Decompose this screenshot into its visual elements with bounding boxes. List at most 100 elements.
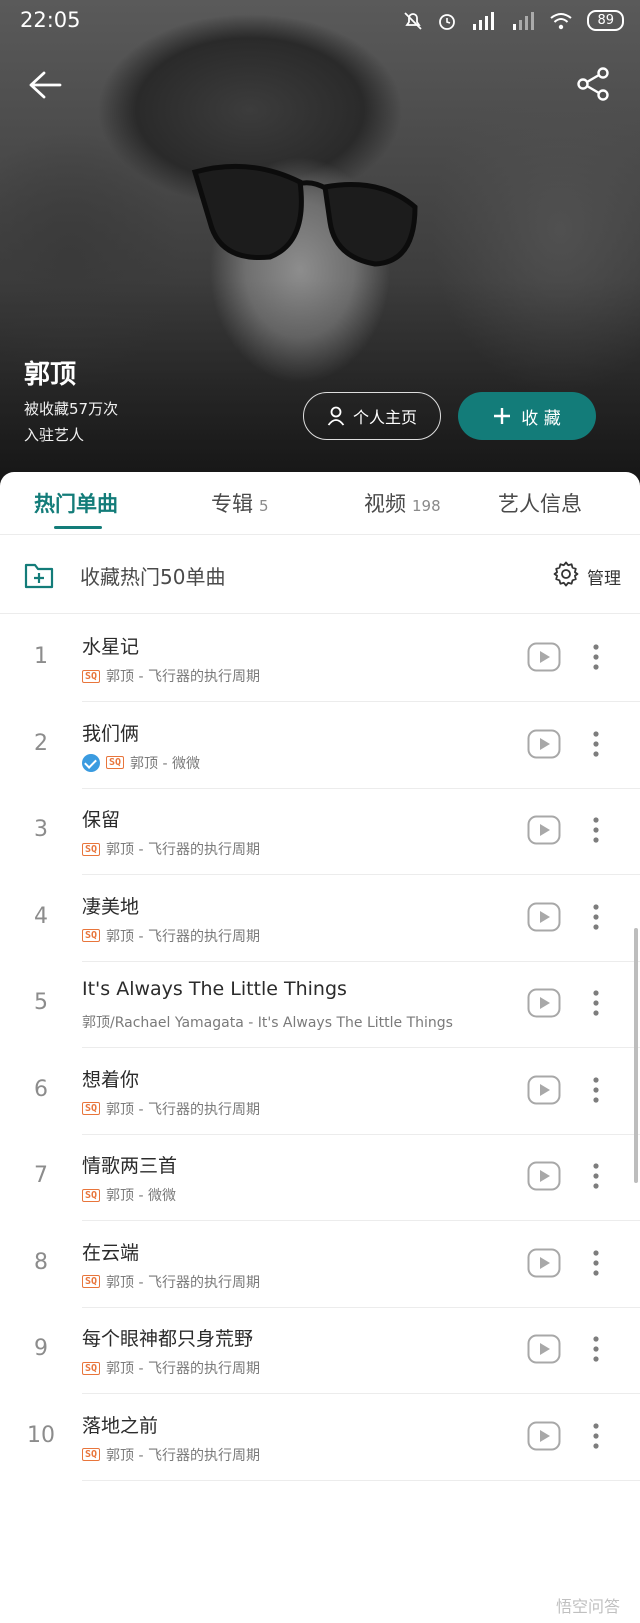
song-row[interactable]: 5 It's Always The Little Things 郭顶/Rachael… bbox=[0, 960, 640, 1048]
song-row[interactable]: 3 保留 SQ 郭顶 - 飞行器的执行周期 bbox=[0, 787, 640, 875]
more-options-icon[interactable] bbox=[592, 1334, 600, 1364]
song-title: 保留 bbox=[82, 809, 121, 831]
song-artist-album: 郭顶 - 飞行器的执行周期 bbox=[106, 1361, 260, 1377]
play-video-icon[interactable] bbox=[527, 815, 561, 845]
collect-top-songs-row[interactable]: 收藏热门50单曲 管理 bbox=[0, 535, 640, 613]
play-video-icon[interactable] bbox=[527, 642, 561, 672]
song-rank: 10 bbox=[27, 1422, 55, 1448]
song-rank: 5 bbox=[34, 990, 48, 1015]
tab-label: 热门单曲 bbox=[34, 492, 118, 516]
person-icon bbox=[327, 406, 345, 426]
sunglasses-graphic bbox=[191, 163, 418, 267]
gear-icon[interactable] bbox=[553, 561, 579, 587]
sq-quality-badge: SQ bbox=[106, 756, 125, 769]
song-meta: SQ 郭顶 - 微微 bbox=[82, 753, 200, 773]
status-bar: 22:05 89 bbox=[0, 0, 640, 44]
sq-quality-badge: SQ bbox=[82, 929, 101, 942]
song-title: It's Always The Little Things bbox=[82, 978, 347, 1000]
battery-indicator: 89 bbox=[587, 10, 624, 31]
song-rank: 2 bbox=[34, 730, 48, 756]
sq-quality-badge: SQ bbox=[82, 1448, 101, 1461]
play-video-icon[interactable] bbox=[527, 1421, 561, 1451]
song-meta: SQ 郭顶 - 飞行器的执行周期 bbox=[82, 1358, 260, 1378]
tab-artist-info[interactable]: 艺人信息 bbox=[498, 488, 582, 518]
sq-quality-badge: SQ bbox=[82, 1361, 101, 1375]
song-artist-album: 郭顶 - 飞行器的执行周期 bbox=[106, 1274, 260, 1291]
song-meta: SQ 郭顶 - 飞行器的执行周期 bbox=[82, 666, 260, 686]
song-rank: 8 bbox=[34, 1249, 48, 1275]
tab-label: 专辑 bbox=[211, 492, 253, 516]
favorite-button[interactable]: 收 藏 bbox=[458, 392, 596, 440]
verified-badge-icon bbox=[82, 753, 100, 772]
share-icon[interactable] bbox=[576, 66, 612, 102]
more-options-icon[interactable] bbox=[592, 902, 600, 932]
active-tab-indicator bbox=[54, 526, 102, 529]
play-video-icon[interactable] bbox=[527, 902, 561, 932]
tab-videos[interactable]: 视频 198 bbox=[364, 488, 441, 518]
profile-button[interactable]: 个人主页 bbox=[303, 392, 441, 440]
song-title: 每个眼神都只身荒野 bbox=[82, 1328, 254, 1350]
song-rank: 9 bbox=[34, 1336, 48, 1361]
sq-quality-badge: SQ bbox=[82, 669, 101, 683]
manage-button[interactable]: 管理 bbox=[587, 564, 621, 589]
song-meta: SQ 郭顶 - 飞行器的执行周期 bbox=[82, 839, 260, 859]
more-options-icon[interactable] bbox=[592, 988, 600, 1018]
song-meta: SQ 郭顶 - 飞行器的执行周期 bbox=[82, 1272, 260, 1292]
song-title: 水星记 bbox=[82, 636, 140, 658]
back-arrow-icon[interactable] bbox=[28, 70, 62, 100]
more-options-icon[interactable] bbox=[592, 815, 600, 845]
hd-signal-icon bbox=[473, 11, 495, 30]
alarm-icon bbox=[439, 13, 456, 30]
more-options-icon[interactable] bbox=[592, 1421, 600, 1451]
song-row[interactable]: 4 凄美地 SQ 郭顶 - 飞行器的执行周期 bbox=[0, 874, 640, 962]
song-rank: 7 bbox=[34, 1163, 48, 1188]
song-title: 情歌两三首 bbox=[82, 1155, 178, 1177]
play-video-icon[interactable] bbox=[527, 1161, 561, 1191]
artist-role: 入驻艺人 bbox=[24, 426, 85, 444]
play-video-icon[interactable] bbox=[527, 1075, 561, 1105]
wifi-icon bbox=[550, 12, 573, 29]
play-video-icon[interactable] bbox=[527, 1248, 561, 1278]
sq-quality-badge: SQ bbox=[82, 1188, 101, 1202]
watermark-text: 悟空问答 bbox=[555, 1597, 620, 1616]
more-options-icon[interactable] bbox=[592, 1161, 600, 1191]
sq-quality-badge: SQ bbox=[82, 842, 101, 856]
song-row[interactable]: 7 情歌两三首 SQ 郭顶 - 微微 bbox=[0, 1133, 640, 1221]
more-options-icon[interactable] bbox=[592, 642, 600, 672]
song-row[interactable]: 1 水星记 SQ 郭顶 - 飞行器的执行周期 bbox=[0, 614, 640, 702]
artist-name: 郭顶 bbox=[24, 360, 77, 390]
song-artist-album: 郭顶 - 飞行器的执行周期 bbox=[106, 669, 260, 685]
song-artist-album: 郭顶 - 飞行器的执行周期 bbox=[106, 842, 260, 858]
song-meta: 郭顶/Rachael Yamagata - It's Always The Li… bbox=[82, 1012, 453, 1032]
song-row[interactable]: 8 在云端 SQ 郭顶 - 飞行器的执行周期 bbox=[0, 1220, 640, 1308]
song-row[interactable]: 9 每个眼神都只身荒野 SQ 郭顶 - 飞行器的执行周期 bbox=[0, 1306, 640, 1394]
sq-quality-badge: SQ bbox=[82, 1275, 101, 1288]
play-video-icon[interactable] bbox=[527, 729, 561, 759]
content-sheet: 热门单曲 专辑 5 视频 198 艺人信息 收藏热门50单曲 管理 1 水星记 SQ… bbox=[0, 472, 640, 1623]
favorite-button-label: 收 藏 bbox=[521, 408, 561, 429]
song-meta: SQ 郭顶 - 微微 bbox=[82, 1185, 176, 1205]
more-options-icon[interactable] bbox=[592, 1248, 600, 1278]
song-row[interactable]: 6 想着你 SQ 郭顶 - 飞行器的执行周期 bbox=[0, 1047, 640, 1135]
more-options-icon[interactable] bbox=[592, 729, 600, 759]
tab-albums[interactable]: 专辑 5 bbox=[211, 488, 269, 518]
tab-count: 198 bbox=[412, 497, 441, 515]
song-artist-album: 郭顶 - 飞行器的执行周期 bbox=[106, 928, 260, 945]
play-video-icon[interactable] bbox=[527, 1334, 561, 1364]
tab-label: 视频 bbox=[364, 492, 406, 516]
tab-hot-songs[interactable]: 热门单曲 bbox=[34, 488, 118, 518]
more-options-icon[interactable] bbox=[592, 1075, 600, 1105]
song-row[interactable]: 10 落地之前 SQ 郭顶 - 飞行器的执行周期 bbox=[0, 1393, 640, 1481]
song-meta: SQ 郭顶 - 飞行器的执行周期 bbox=[82, 926, 260, 946]
tab-label: 艺人信息 bbox=[498, 492, 582, 516]
profile-button-label: 个人主页 bbox=[352, 408, 417, 427]
tab-count: 5 bbox=[259, 497, 269, 515]
scrollbar[interactable] bbox=[634, 928, 638, 1183]
mute-bell-icon bbox=[404, 11, 423, 30]
play-video-icon[interactable] bbox=[527, 988, 561, 1018]
song-row[interactable]: 2 我们俩 SQ 郭顶 - 微微 bbox=[0, 701, 640, 789]
song-rank: 4 bbox=[34, 903, 48, 929]
signal-icon bbox=[513, 11, 535, 30]
song-rank: 6 bbox=[34, 1076, 48, 1102]
folder-add-icon bbox=[24, 563, 54, 589]
